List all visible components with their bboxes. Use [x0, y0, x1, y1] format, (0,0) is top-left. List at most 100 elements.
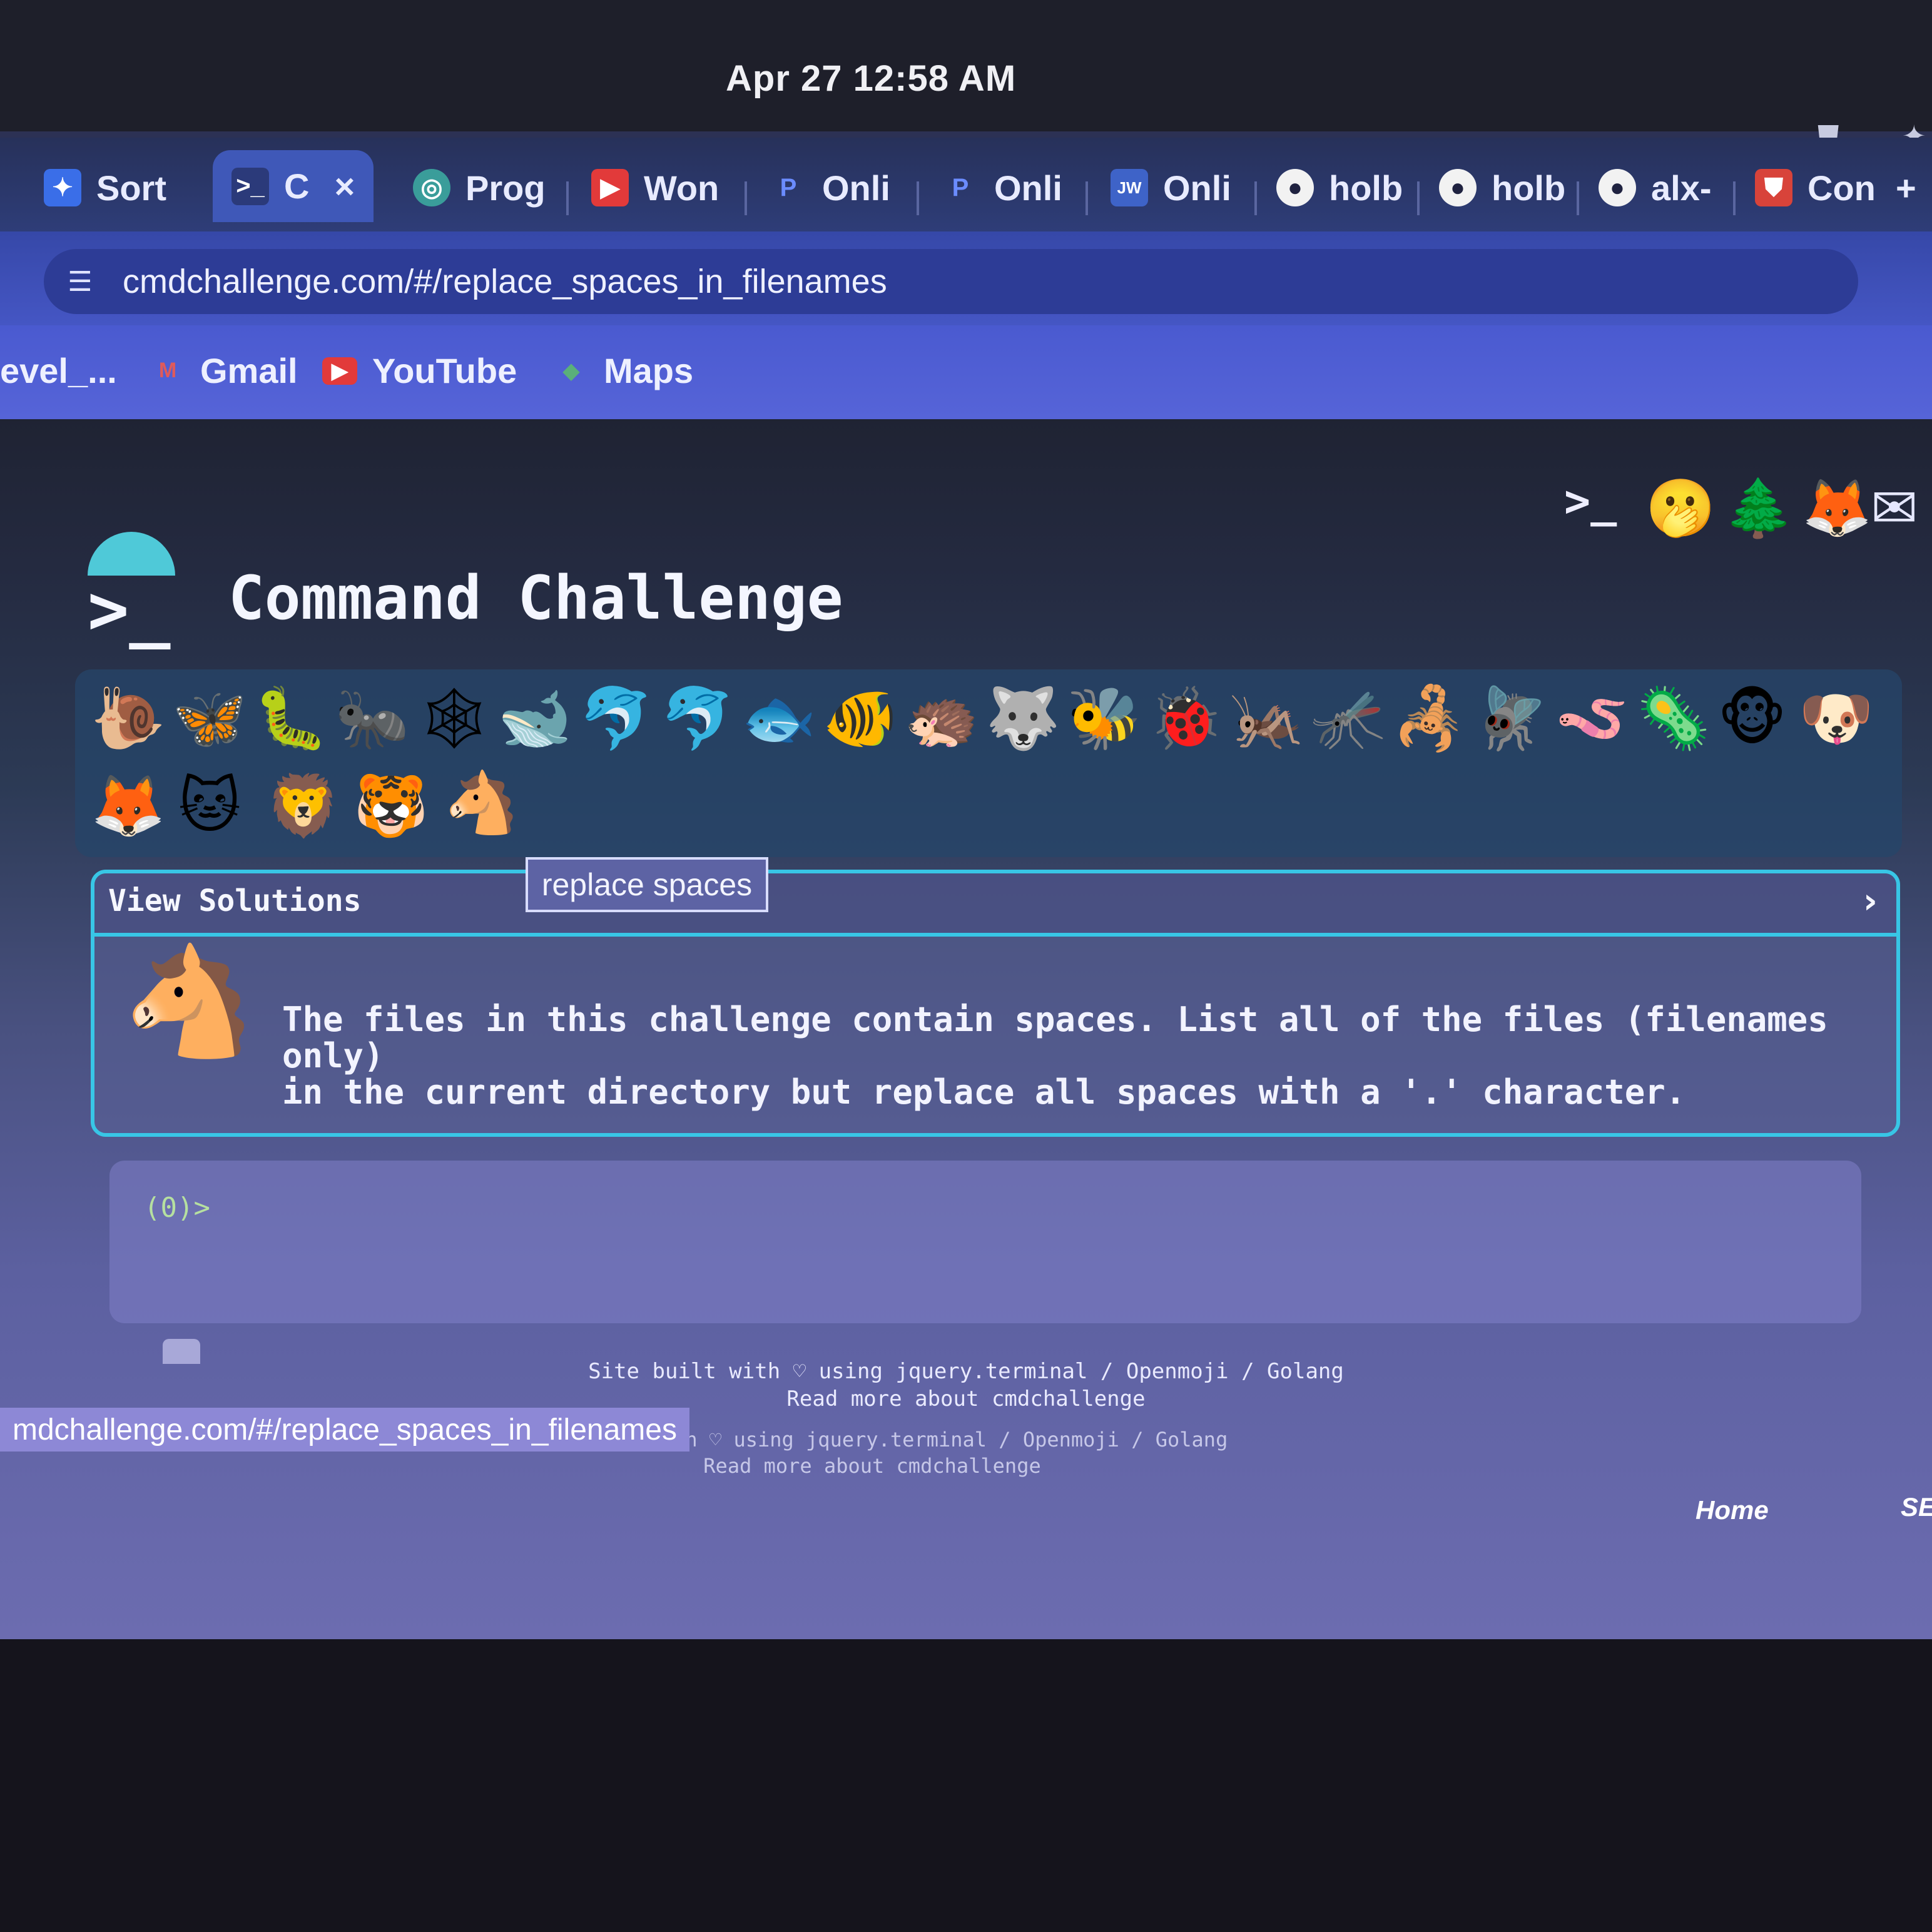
view-solutions-title: View Solutions — [108, 883, 362, 918]
address-bar[interactable]: ☰ cmdchallenge.com/#/replace_spaces_in_f… — [44, 249, 1858, 314]
tab-label: Sort — [96, 168, 166, 208]
maps-icon: ◆ — [562, 358, 580, 383]
tab-holb-2[interactable]: ● holb — [1439, 156, 1565, 219]
tab-separator — [1577, 181, 1579, 215]
challenge-scorpion-icon[interactable]: 🦂 — [1392, 688, 1467, 748]
challenge-spiderweb-icon[interactable]: 🕸 — [416, 688, 492, 748]
challenge-whale-icon[interactable]: 🐋 — [497, 688, 572, 748]
address-url[interactable]: cmdchallenge.com/#/replace_spaces_in_fil… — [123, 262, 887, 301]
chevron-right-icon[interactable]: › — [1863, 881, 1878, 922]
gitlab-icon[interactable]: 🦊 — [1802, 475, 1872, 541]
logo-prompt-icon[interactable]: >_ — [88, 569, 170, 649]
challenge-mosquito-icon[interactable]: 🦟 — [1311, 688, 1386, 748]
face-emoji-icon[interactable]: 🫢 — [1645, 475, 1716, 541]
se-key-label: SE — [1901, 1492, 1932, 1522]
tab-close-icon[interactable]: × — [334, 166, 355, 206]
challenge-fish-icon[interactable]: 🐟 — [741, 688, 816, 748]
status-bar-url: mdchallenge.com/#/replace_spaces_in_file… — [0, 1408, 689, 1452]
tab-label: Prog — [465, 168, 546, 208]
bookmark-gmail[interactable]: M Gmail — [150, 350, 298, 391]
tab-active-cmdchallenge[interactable]: >_ C × — [213, 150, 374, 222]
bookmark-label: evel_... — [0, 351, 117, 390]
challenge-monkey-icon[interactable]: 🐵 — [1717, 688, 1787, 748]
gmail-icon: M — [158, 358, 177, 382]
tab-prog[interactable]: ◎ Prog — [413, 156, 546, 219]
challenge-wolf-icon[interactable]: 🐺 — [985, 688, 1060, 748]
tab-label: holb — [1492, 168, 1566, 208]
tab-con[interactable]: ⛊ Con — [1755, 156, 1876, 219]
tab-label: Onli — [1163, 168, 1231, 208]
tab-onli-1[interactable]: P Onli — [770, 156, 890, 219]
tab-onli-3[interactable]: JW Onli — [1111, 156, 1231, 219]
p-icon: P — [952, 173, 969, 201]
challenge-tiger-icon[interactable]: 🐯 — [353, 776, 429, 836]
challenge-fox-icon[interactable]: 🦊 — [91, 776, 166, 836]
tooltip: replace spaces — [526, 857, 768, 912]
tab-separator — [1085, 181, 1088, 215]
tab-sort[interactable]: ✦ Sort — [44, 156, 166, 219]
challenge-worm-icon[interactable]: 🪱 — [1555, 688, 1630, 748]
bookmark-level[interactable]: evel_... — [0, 350, 117, 391]
view-solutions-panel: View Solutions › 🐴 The files in this cha… — [91, 870, 1900, 1137]
pin-icon: ✦ — [44, 169, 81, 206]
tab-separator — [1417, 181, 1420, 215]
globe-icon: ◎ — [413, 169, 450, 206]
mail-icon[interactable]: ✉ — [1871, 475, 1918, 541]
bookmark-label: Maps — [604, 351, 694, 390]
horse-icon: 🐴 — [123, 940, 255, 1064]
challenge-microbe-icon[interactable]: 🦠 — [1636, 688, 1711, 748]
challenge-dog-icon[interactable]: 🐶 — [1799, 688, 1874, 748]
challenge-fly-icon[interactable]: 🪰 — [1473, 688, 1548, 748]
browser-toolbar: ☰ cmdchallenge.com/#/replace_spaces_in_f… — [0, 231, 1932, 325]
tab-onli-2[interactable]: P Onli — [942, 156, 1062, 219]
bookmark-maps[interactable]: ◆ Maps — [554, 350, 693, 391]
challenge-butterfly-icon[interactable]: 🦋 — [172, 688, 247, 748]
challenge-selector: 🐌 🦋 🐛 🐜 🕸 🐋 🐬 🐬 🐟 🐠 🦔 🐺 🐝 🐞 🦗 🦟 🦂 🪰 🪱 🦠 … — [75, 669, 1902, 857]
tab-separator — [917, 181, 919, 215]
system-top-bar: Apr 27 12:58 AM ⛊ ✦ — [0, 0, 1932, 153]
view-solutions-header[interactable]: View Solutions › — [94, 873, 1896, 937]
challenge-cricket-icon[interactable]: 🦗 — [1229, 688, 1304, 748]
footer-read-more-link[interactable]: Read more about cmdchallenge — [0, 1453, 1838, 1479]
screen: Apr 27 12:58 AM ⛊ ✦ ✦ Sort >_ C × ◎ Prog… — [0, 0, 1932, 1639]
tab-label: alx- — [1651, 168, 1712, 208]
tab-label: Con — [1807, 168, 1876, 208]
bookmark-label: YouTube — [372, 351, 517, 390]
challenge-hedgehog-icon[interactable]: 🦔 — [904, 688, 979, 748]
tree-icon[interactable]: 🌲 — [1724, 475, 1794, 541]
tab-won[interactable]: ▶ Won — [591, 156, 719, 219]
footer-credits: Site built with ♡ using jquery.terminal … — [588, 1359, 1344, 1384]
terminal-prompt: (0)> — [144, 1192, 210, 1224]
tab-label: C — [284, 166, 310, 206]
site-settings-icon[interactable]: ☰ — [63, 264, 98, 299]
tab-separator — [1254, 181, 1257, 215]
challenge-dolphin-2-icon[interactable]: 🐬 — [660, 688, 735, 748]
new-tab-button[interactable]: + — [1896, 156, 1916, 219]
p-icon: P — [780, 173, 797, 201]
page-content: >_ 🫢 🌲 🦊 ✉ >_ Command Challenge 🐌 🦋 🐛 🐜 … — [0, 419, 1932, 1639]
challenge-caterpillar-icon[interactable]: 🐛 — [253, 688, 328, 748]
challenge-ant-icon[interactable]: 🐜 — [335, 688, 410, 748]
terminal-input[interactable]: (0)> — [109, 1161, 1861, 1323]
plus-icon: + — [1896, 168, 1916, 208]
challenge-dolphin-icon[interactable]: 🐬 — [579, 688, 654, 748]
tab-label: Onli — [994, 168, 1062, 208]
tab-alx[interactable]: ● alx- — [1599, 156, 1712, 219]
challenge-ladybug-icon[interactable]: 🐞 — [1148, 688, 1223, 748]
challenge-bee-icon[interactable]: 🐝 — [1067, 688, 1142, 748]
youtube-icon: ▶ — [591, 169, 629, 206]
challenge-cat-icon[interactable]: 🐱 — [178, 776, 241, 836]
tab-separator — [745, 181, 747, 215]
terminal-icon: >_ — [231, 167, 269, 205]
challenge-tropical-fish-icon[interactable]: 🐠 — [823, 688, 898, 748]
github-icon: ● — [1439, 169, 1477, 206]
github-icon: ● — [1276, 169, 1314, 206]
tab-holb-1[interactable]: ● holb — [1276, 156, 1403, 219]
challenge-description: The files in this challenge contain spac… — [282, 1000, 1828, 1112]
bookmark-youtube[interactable]: ▶ YouTube — [322, 350, 517, 391]
challenge-lion-icon[interactable]: 🦁 — [266, 776, 341, 836]
challenge-horse-icon[interactable]: 🐴 — [444, 773, 519, 833]
terminal-link-icon[interactable]: >_ — [1564, 475, 1617, 527]
jw-icon: JW — [1111, 169, 1148, 206]
challenge-snail-icon[interactable]: 🐌 — [91, 688, 166, 748]
